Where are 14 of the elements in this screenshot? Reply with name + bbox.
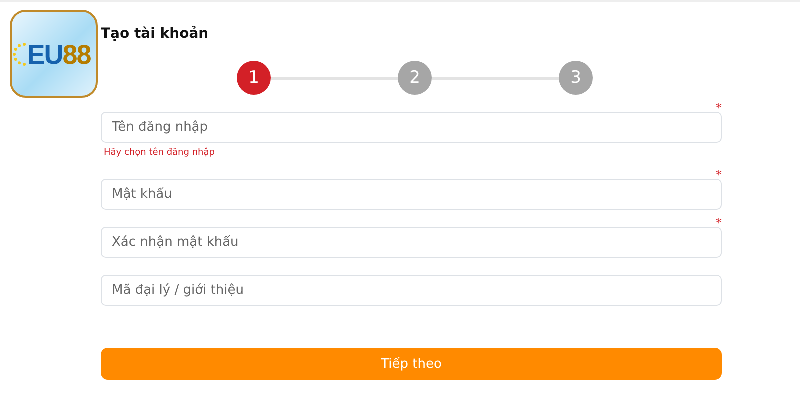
input-field[interactable]: Mã đại lý / giới thiệu — [101, 275, 722, 306]
required-mark: * — [716, 169, 722, 181]
error-message: Hãy chọn tên đăng nhập — [104, 148, 216, 160]
required-mark: * — [716, 102, 722, 114]
step-indicator: 2 — [398, 61, 432, 95]
next-button[interactable]: Tiếp theo — [101, 348, 722, 380]
step-indicator: 3 — [559, 61, 593, 95]
step-indicator: 1 — [237, 61, 271, 95]
input-field[interactable]: Xác nhận mật khẩu — [101, 227, 722, 258]
page-title: Tạo tài khoản — [101, 25, 210, 44]
input-field[interactable]: Tên đăng nhập — [101, 112, 722, 143]
required-mark: * — [716, 217, 722, 229]
logo-text: EU88 — [27, 40, 91, 70]
input-field[interactable]: Mật khẩu — [101, 179, 722, 210]
